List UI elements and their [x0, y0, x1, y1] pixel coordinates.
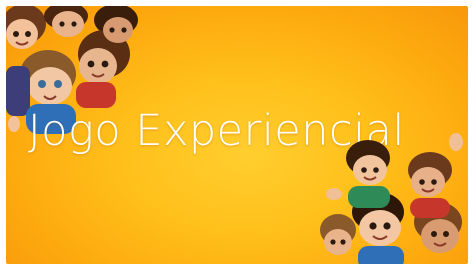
slide-frame: Jogo Experiencial: [6, 6, 468, 264]
kids-illustration-bottom-right: [318, 133, 468, 264]
